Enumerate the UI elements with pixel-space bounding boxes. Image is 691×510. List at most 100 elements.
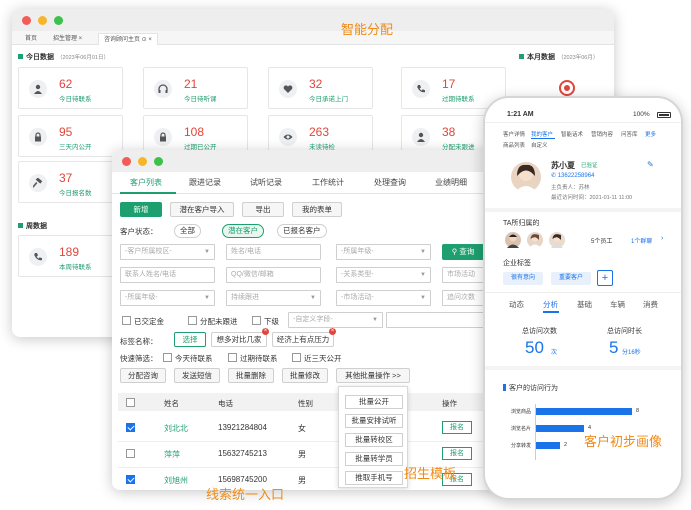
tab-consultant-home[interactable]: 咨询顾问主页 ⊙ ×	[98, 33, 158, 45]
subtab-basic[interactable]: 基础	[577, 299, 592, 310]
unfollowed-checkbox[interactable]	[188, 316, 197, 325]
assign-consult-button[interactable]: 分配咨询	[120, 368, 166, 383]
maximize-window-icon[interactable]	[54, 16, 63, 25]
overdue-contact-checkbox[interactable]	[228, 353, 237, 362]
section-marker-icon	[18, 54, 23, 59]
remove-tag-icon[interactable]: ×	[262, 328, 269, 335]
tag-budget[interactable]: 经济上有点压力	[272, 332, 334, 347]
customer-phone[interactable]: ✆ 13622258964	[551, 172, 594, 179]
subtab-consumption[interactable]: 消费	[643, 299, 658, 310]
row-checkbox[interactable]	[126, 423, 135, 432]
batch-edit-button[interactable]: 批量修改	[282, 368, 328, 383]
stat-card-today-enroll[interactable]: 37 今日报名数	[18, 161, 123, 203]
avatar[interactable]	[511, 162, 541, 192]
qq-wechat-email-input[interactable]: QQ/微信/邮箱	[226, 267, 321, 283]
batch-delete-button[interactable]: 批量删除	[228, 368, 274, 383]
import-potential-button[interactable]: 潜在客户导入	[170, 202, 234, 217]
phone-tab-detail[interactable]: 客户详情	[503, 130, 525, 138]
relation-type-select[interactable]: -关系类型- ▼	[336, 267, 431, 283]
enroll-button[interactable]: 报名	[442, 447, 472, 460]
phone-tab-more[interactable]: 更多	[645, 130, 656, 138]
team-groups-count[interactable]: 1个群聊	[631, 236, 652, 245]
search-button[interactable]: ⚲ 查询	[442, 244, 484, 260]
follow-status-select[interactable]: 持续跟进 ▼	[226, 290, 321, 306]
batch-public-item[interactable]: 批量公开	[345, 395, 403, 409]
name-phone-input[interactable]: 姓名/电话	[226, 244, 321, 260]
close-window-icon[interactable]	[122, 157, 131, 166]
row-checkbox[interactable]	[126, 475, 135, 484]
extract-phone-item[interactable]: 推取手机号	[345, 471, 403, 485]
batch-transfer-student-item[interactable]: 批量转学员	[345, 452, 403, 466]
phone-tab-my-customer[interactable]: 我的客户	[531, 130, 553, 138]
more-batch-ops-button[interactable]: 其他批量操作 >>	[336, 368, 410, 383]
market-activity-select[interactable]: -市场活动- ▼	[336, 290, 431, 306]
remove-tag-icon[interactable]: ×	[329, 328, 336, 335]
grade-filter-select[interactable]: -所属年级- ▼	[120, 290, 215, 306]
status-chip-all[interactable]: 全部	[174, 224, 201, 238]
member-avatar[interactable]	[505, 232, 521, 248]
export-button[interactable]: 导出	[242, 202, 284, 217]
choose-tag-button[interactable]: 选择	[174, 332, 206, 347]
stat-card-today-contact[interactable]: 62 今日待联系	[18, 67, 123, 109]
today-contact-label: 今天待联系	[175, 354, 213, 363]
stat-card-today-audition[interactable]: 21 今日待听课	[143, 67, 248, 109]
close-window-icon[interactable]	[22, 16, 31, 25]
stat-label: 今日待听课	[184, 96, 217, 103]
tab-handle-query[interactable]: 处理查询	[374, 177, 406, 188]
biz-tag[interactable]: 重要客户	[551, 272, 591, 285]
biz-tag[interactable]: 很有意向	[503, 272, 543, 285]
stat-card-three-days-public[interactable]: 95 三天内公开	[18, 115, 123, 157]
grade-select[interactable]: -所属年级- ▼	[336, 244, 431, 260]
tag-compare[interactable]: 想多对比几家	[211, 332, 267, 347]
batch-transfer-campus-item[interactable]: 批量转校区	[345, 433, 403, 447]
minimize-window-icon[interactable]	[38, 16, 47, 25]
row-name[interactable]: 萍萍	[164, 449, 180, 460]
subtab-vehicle[interactable]: 车辆	[610, 299, 625, 310]
row-name[interactable]: 刘旭州	[164, 475, 188, 486]
maximize-window-icon[interactable]	[154, 157, 163, 166]
tab-audition-records[interactable]: 试听记录	[250, 177, 282, 188]
stat-card-week-contact[interactable]: 189 本周待联系	[18, 235, 123, 277]
team-members-count[interactable]: 5个员工	[591, 236, 612, 245]
stat-card-today-visit[interactable]: 32 今日承诺上门	[268, 67, 373, 109]
phone-tab-custom[interactable]: 自定义	[531, 141, 548, 149]
subtab-activity[interactable]: 动态	[509, 299, 524, 310]
tab-home[interactable]: 首页	[20, 33, 42, 45]
status-chip-potential[interactable]: 潜在客户	[222, 224, 264, 238]
minimize-window-icon[interactable]	[138, 157, 147, 166]
row-checkbox[interactable]	[126, 449, 135, 458]
tab-performance[interactable]: 业绩明细	[435, 177, 467, 188]
member-avatar[interactable]	[549, 232, 565, 248]
deposit-checkbox[interactable]	[122, 316, 131, 325]
edit-icon[interactable]: ✎	[647, 160, 654, 169]
tab-enroll-manage[interactable]: 招生管理 ×	[48, 33, 87, 45]
add-button[interactable]: 新增	[120, 202, 162, 217]
phone-tab-qa[interactable]: 问答库	[621, 130, 638, 138]
phone-tab-products[interactable]: 商品列表	[503, 141, 525, 149]
app-tab-strip: 首页 招生管理 × 咨询顾问主页 ⊙ ×	[12, 31, 614, 45]
my-forms-button[interactable]: 我的表单	[292, 202, 342, 217]
batch-audition-item[interactable]: 批量安排试听	[345, 414, 403, 428]
subordinate-checkbox[interactable]	[252, 316, 261, 325]
custom-field-value-input[interactable]	[386, 312, 490, 328]
send-sms-button[interactable]: 发送短信	[174, 368, 220, 383]
subtab-analysis[interactable]: 分析	[543, 299, 558, 310]
tab-work-stats[interactable]: 工作统计	[312, 177, 344, 188]
status-time: 1:21 AM	[507, 111, 534, 118]
phone-tab-scripts[interactable]: 智能话术	[561, 130, 583, 138]
member-avatar[interactable]	[527, 232, 543, 248]
custom-field-select[interactable]: -自定义字段- ▼	[288, 312, 383, 328]
status-chip-enrolled[interactable]: 已报名客户	[277, 224, 327, 238]
campus-select[interactable]: -客户所属校区- ▼	[120, 244, 215, 260]
three-day-public-checkbox[interactable]	[292, 353, 301, 362]
row-name[interactable]: 刘北北	[164, 423, 188, 434]
phone-tab-marketing[interactable]: 营销内容	[591, 130, 613, 138]
tab-follow-records[interactable]: 跟进记录	[189, 177, 221, 188]
today-contact-checkbox[interactable]	[163, 353, 172, 362]
contact-name-phone-input[interactable]: 联系人姓名/电话	[120, 267, 215, 283]
select-all-checkbox[interactable]	[126, 398, 135, 407]
chevron-right-icon[interactable]: ›	[661, 235, 663, 242]
tab-customer-list[interactable]: 客户列表	[130, 177, 162, 188]
enroll-button[interactable]: 报名	[442, 421, 472, 434]
add-tag-button[interactable]: +	[597, 270, 613, 286]
